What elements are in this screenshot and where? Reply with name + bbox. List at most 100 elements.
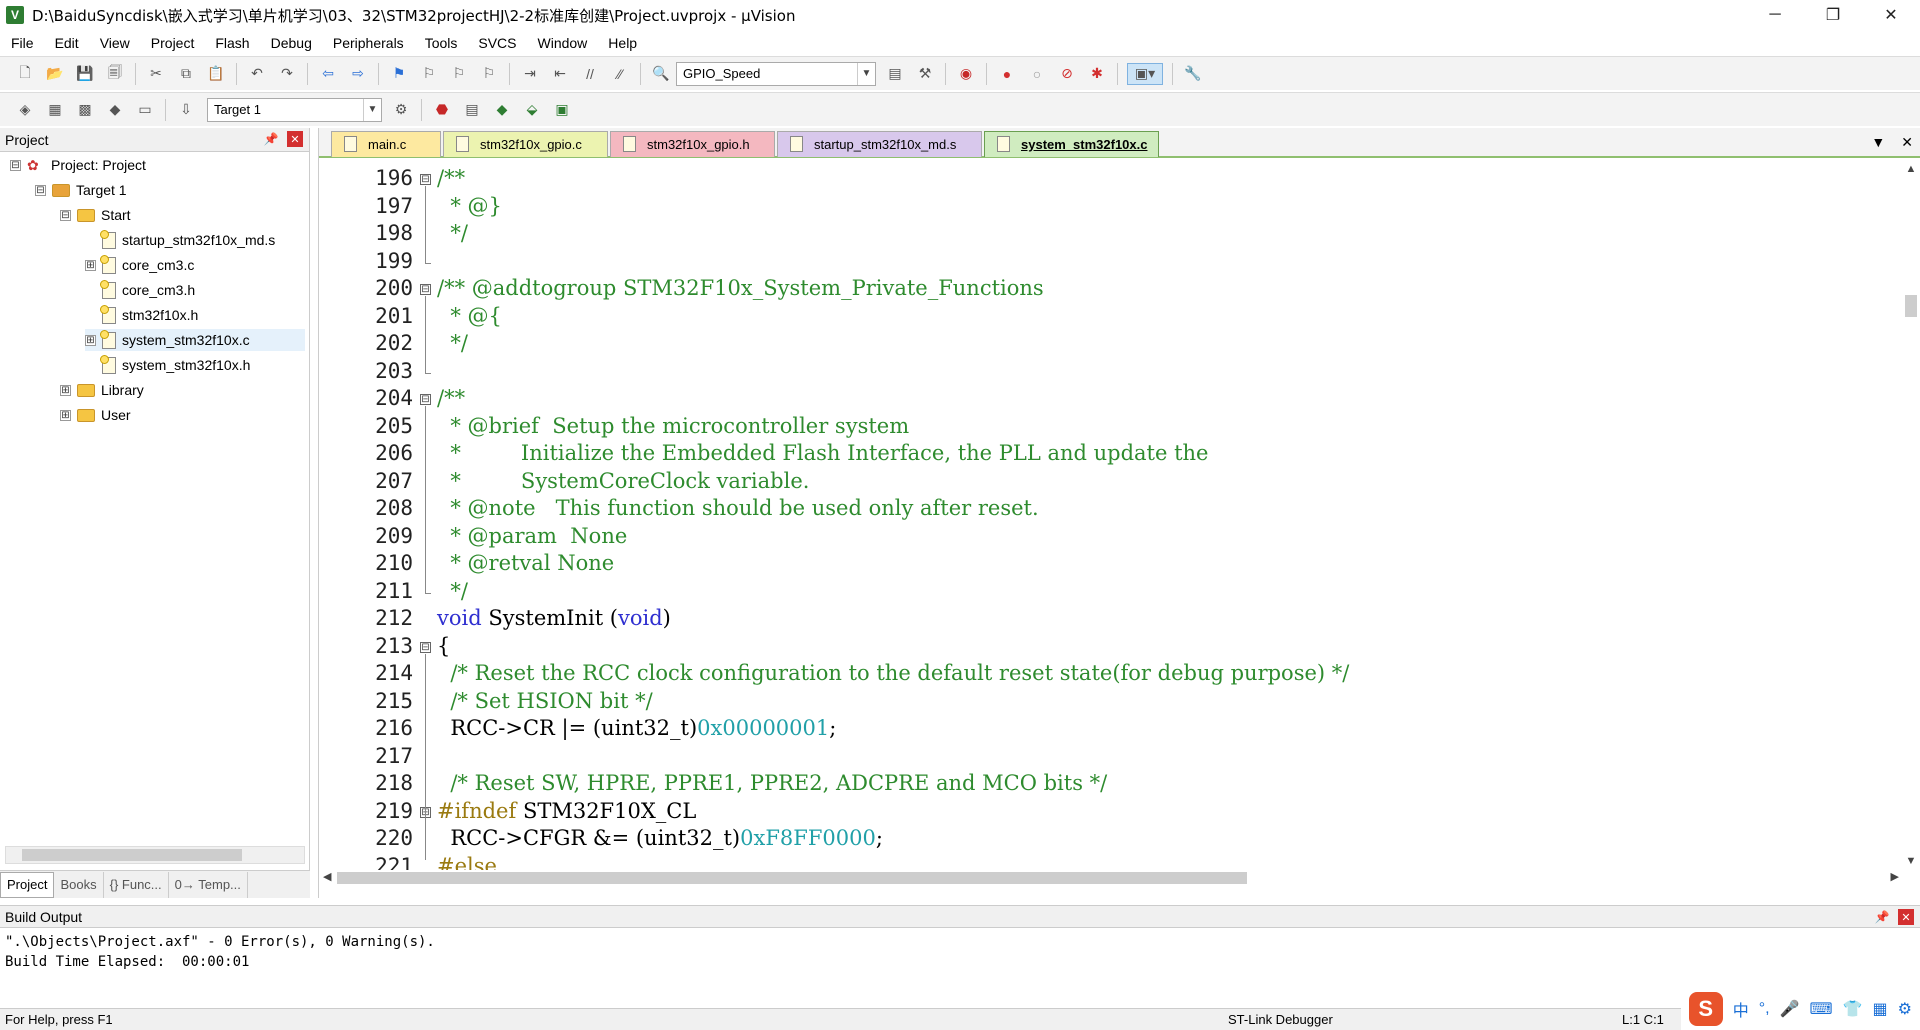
undo-icon[interactable]: ↶ [246,63,268,85]
translate-icon[interactable]: ◈ [14,99,36,121]
menu-edit[interactable]: Edit [44,35,89,51]
close-icon[interactable]: ✕ [287,131,303,147]
tree-node-file[interactable]: stm32f10x.h [85,304,198,326]
menu-peripherals[interactable]: Peripherals [322,35,414,51]
tab-stm32f10x-gpio-c[interactable]: stm32f10x_gpio.c [443,131,608,157]
copy-icon[interactable]: ⧉ [175,63,197,85]
fold-toggle-icon[interactable]: ⊟ [420,394,431,405]
navigate-forward-icon[interactable]: ⇨ [347,63,369,85]
batch-build-icon[interactable]: ◆ [104,99,126,121]
editor-horizontal-scrollbar[interactable]: ◀ ▶ [319,870,1903,888]
stop-build-icon[interactable]: ▭ [134,99,156,121]
tab-templates[interactable]: 0→ Temp... [169,871,248,898]
bookmark-icon[interactable]: ⚑ [388,63,410,85]
tab-startup-stm32f10x-md-s[interactable]: startup_stm32f10x_md.s [777,131,982,157]
kill-breakpoints-icon[interactable]: ✱ [1086,63,1108,85]
code-line[interactable]: */ [437,331,468,355]
fold-toggle-icon[interactable]: ⊟ [420,284,431,295]
toolbox-icon[interactable]: ▦ [1873,999,1888,1019]
code-line[interactable]: /** @addtogroup STM32F10x_System_Private… [437,276,1044,300]
open-file-icon[interactable]: 📂 [44,63,66,85]
manage-project-items-icon[interactable]: ⬣ [431,99,453,121]
indent-icon[interactable]: ⇥ [519,63,541,85]
disable-breakpoints-icon[interactable]: ⊘ [1056,63,1078,85]
download-load-icon[interactable]: ⇩ [175,99,197,121]
code-line[interactable]: * Initialize the Embedded Flash Interfac… [437,441,1208,465]
code-line[interactable]: * @note This function should be used onl… [437,496,1038,520]
settings-icon[interactable]: ⚙ [1898,999,1912,1019]
code-view[interactable]: 196 ⊟ /** 197 * @} 198 */ 199 200 ⊟ /** @addtogr… [319,160,1903,870]
tab-stm32f10x-gpio-h[interactable]: stm32f10x_gpio.h [610,131,775,157]
scroll-right-icon[interactable]: ▶ [1891,870,1899,883]
redo-icon[interactable]: ↷ [276,63,298,85]
tab-main-c[interactable]: main.c [331,131,441,157]
keyboard-icon[interactable]: ⌨ [1810,999,1833,1019]
build-output-text[interactable]: ".\Objects\Project.axf" - 0 Error(s), 0 … [5,932,435,972]
code-line[interactable]: */ [437,221,468,245]
tree-node-file[interactable]: startup_stm32f10x_md.s [85,229,275,251]
code-line[interactable]: /* Reset the RCC clock configuration to … [437,661,1349,685]
window-layout-icon[interactable]: ▣▾ [1127,62,1163,85]
unindent-icon[interactable]: ⇤ [549,63,571,85]
menu-window[interactable]: Window [527,35,598,51]
project-horizontal-scrollbar[interactable] [5,846,305,864]
target-combo[interactable]: Target 1 ▼ [207,97,382,122]
code-line[interactable]: #ifndef STM32F10X_CL [437,799,696,823]
minimize-button[interactable]: ─ [1746,0,1804,30]
scroll-up-icon[interactable]: ▲ [1902,160,1920,178]
enable-breakpoint-icon[interactable]: ○ [1026,63,1048,85]
menu-debug[interactable]: Debug [260,35,322,51]
code-line[interactable]: * @brief Setup the microcontroller syste… [437,414,909,438]
find-in-files-icon[interactable]: 🔍 [650,63,672,85]
tab-system-stm32f10x-c[interactable]: system_stm32f10x.c [984,131,1159,157]
next-bookmark-icon[interactable]: ⚐ [448,63,470,85]
pin-icon[interactable]: 📌 [1874,909,1890,925]
chevron-down-icon[interactable]: ▼ [857,62,875,85]
code-line[interactable]: RCC->CR |= (uint32_t)0x00000001; [437,716,836,740]
find-combo[interactable]: GPIO_Speed ▼ [676,61,876,86]
close-window-button[interactable]: ✕ [1862,0,1920,30]
scroll-left-icon[interactable]: ◀ [323,870,331,883]
scroll-down-icon[interactable]: ▼ [1902,852,1920,870]
tree-node-user-folder[interactable]: ⊞ User [60,404,131,426]
fold-toggle-icon[interactable]: ⊟ [420,641,431,653]
menu-flash[interactable]: Flash [204,35,259,51]
tree-node-file[interactable]: core_cm3.h [85,279,195,301]
cut-icon[interactable]: ✂ [145,63,167,85]
manage-rte-icon[interactable]: ◆ [491,99,513,121]
menu-svcs[interactable]: SVCS [467,35,526,51]
code-line[interactable]: void SystemInit (void) [437,606,671,630]
tree-node-project[interactable]: ⊟ ✿ Project: Project [10,154,146,176]
chevron-down-icon[interactable]: ▼ [363,98,381,121]
chinese-mode-icon[interactable]: 中 [1733,997,1749,1021]
new-file-icon[interactable]: 🗋 [14,63,36,85]
code-line[interactable]: * @retval None [437,551,614,575]
tree-node-start-folder[interactable]: ⊟ Start [60,204,131,226]
find-icon[interactable]: ▤ [884,63,906,85]
code-line[interactable]: /* Reset SW, HPRE, PPRE1, PPRE2, ADCPRE … [437,771,1107,795]
insert-breakpoint-icon[interactable]: ● [996,63,1018,85]
code-line[interactable]: /** [437,386,465,410]
collapse-icon[interactable]: ⊟ [10,159,21,171]
build-icon[interactable]: ▦ [44,99,66,121]
event-recorder-icon[interactable]: ▣ [551,99,573,121]
uncomment-icon[interactable]: ⁄⁄ [609,63,631,85]
expand-icon[interactable]: ⊞ [60,409,71,421]
tree-node-target[interactable]: ⊟ Target 1 [35,179,127,201]
restore-button[interactable]: ❐ [1804,0,1862,30]
clear-bookmarks-icon[interactable]: ⚐ [478,63,500,85]
code-line[interactable]: #else [437,854,497,871]
code-line[interactable]: /** [437,166,465,190]
fold-toggle-icon[interactable]: ⊟ [420,174,431,185]
sogou-ime-logo[interactable]: S [1688,992,1723,1026]
navigate-back-icon[interactable]: ⇦ [317,63,339,85]
debug-session-icon[interactable]: ◉ [955,63,977,85]
tree-node-file[interactable]: system_stm32f10x.h [85,354,250,376]
code-line[interactable]: /* Set HSION bit */ [437,689,652,713]
tree-node-library-folder[interactable]: ⊞ Library [60,379,144,401]
tree-node-file-selected[interactable]: ⊞ system_stm32f10x.c [85,329,305,351]
save-all-icon[interactable]: 🗐 [104,63,126,85]
tab-functions[interactable]: {} Func... [104,871,169,898]
code-line[interactable]: { [437,634,450,658]
expand-icon[interactable]: ⊞ [60,384,71,396]
